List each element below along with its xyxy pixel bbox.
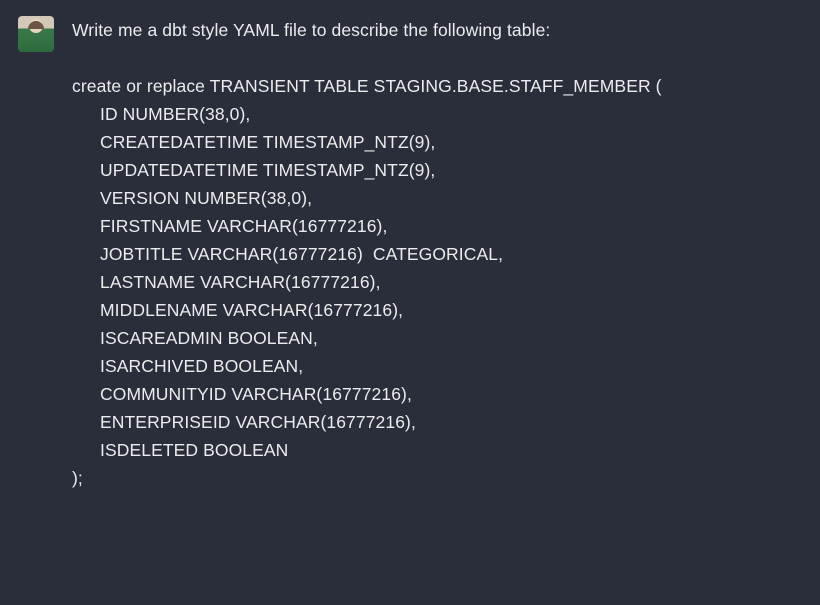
ddl-column: ISARCHIVED BOOLEAN, <box>72 352 802 380</box>
ddl-column: ID NUMBER(38,0), <box>72 100 802 128</box>
ddl-create-line: create or replace TRANSIENT TABLE STAGIN… <box>72 72 802 100</box>
ddl-column: ISDELETED BOOLEAN <box>72 436 802 464</box>
ddl-column: VERSION NUMBER(38,0), <box>72 184 802 212</box>
user-avatar <box>18 16 54 52</box>
ddl-column: COMMUNITYID VARCHAR(16777216), <box>72 380 802 408</box>
prompt-text: Write me a dbt style YAML file to descri… <box>72 16 802 44</box>
ddl-column: UPDATEDATETIME TIMESTAMP_NTZ(9), <box>72 156 802 184</box>
ddl-column: MIDDLENAME VARCHAR(16777216), <box>72 296 802 324</box>
ddl-column: CREATEDATETIME TIMESTAMP_NTZ(9), <box>72 128 802 156</box>
ddl-close-line: ); <box>72 464 802 492</box>
ddl-column: ISCAREADMIN BOOLEAN, <box>72 324 802 352</box>
chat-message: Write me a dbt style YAML file to descri… <box>0 0 820 508</box>
ddl-column: ENTERPRISEID VARCHAR(16777216), <box>72 408 802 436</box>
code-block: create or replace TRANSIENT TABLE STAGIN… <box>72 72 802 492</box>
message-content: Write me a dbt style YAML file to descri… <box>72 16 802 492</box>
ddl-column: JOBTITLE VARCHAR(16777216) CATEGORICAL, <box>72 240 802 268</box>
ddl-column: LASTNAME VARCHAR(16777216), <box>72 268 802 296</box>
ddl-column: FIRSTNAME VARCHAR(16777216), <box>72 212 802 240</box>
